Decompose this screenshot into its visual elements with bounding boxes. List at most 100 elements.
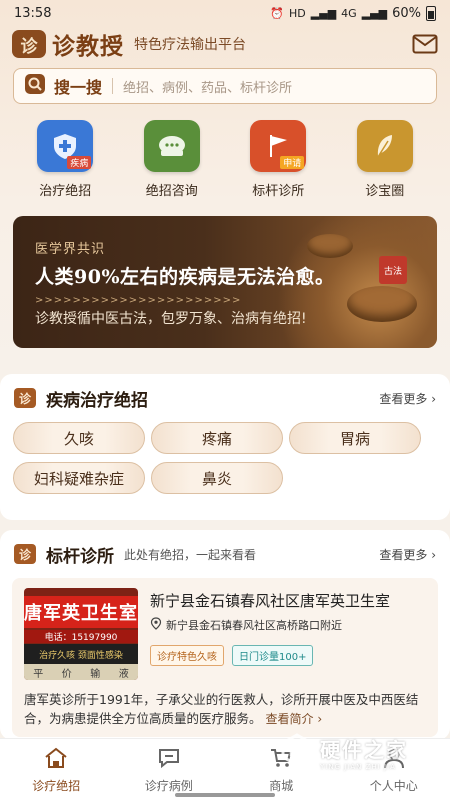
disease-chip[interactable]: 久咳 bbox=[13, 422, 145, 454]
alarm-icon: ⏰ bbox=[270, 6, 285, 20]
mail-icon[interactable] bbox=[412, 34, 438, 54]
clinic-name: 新宁县金石镇春风社区唐军英卫生室 bbox=[150, 592, 391, 610]
tab-label: 个人中心 bbox=[369, 779, 418, 793]
app-slogan: 特色疗法输出平台 bbox=[134, 37, 246, 53]
flag-icon: 申请 bbox=[250, 120, 307, 172]
watermark-text-block: 硬件之家 YING JIAN ZHI JIA bbox=[320, 734, 408, 771]
banner-subtitle: 诊教授循中医古法，包罗万象、治病有绝招! bbox=[35, 311, 307, 327]
clinic-photo: 唐军英卫生室 电话：15197990 治疗久咳 颈面性感染 平 价 输 液 bbox=[24, 588, 138, 680]
disease-chips: 久咳 疼痛 胃病 妇科疑难杂症 鼻炎 bbox=[0, 422, 450, 494]
quick-link-circle[interactable]: 诊宝圈 bbox=[340, 120, 430, 200]
disease-chip[interactable]: 胃病 bbox=[289, 422, 421, 454]
clinic-section: 诊 标杆诊所 此处有绝招，一起来看看 查看更多 › 唐军英卫生室 电话：1519… bbox=[0, 530, 450, 740]
clinic-photo-char: 液 bbox=[118, 668, 129, 680]
clinic-photo-phone: 电话：15197990 bbox=[24, 630, 138, 643]
more-label: 查看更多 bbox=[379, 391, 428, 406]
home-pavilion-icon bbox=[44, 747, 68, 773]
quick-link-tag: 申请 bbox=[280, 156, 305, 169]
quick-link-treatment[interactable]: 疾病 治疗绝招 bbox=[20, 120, 110, 200]
clinic-section-title: 标杆诊所 bbox=[46, 546, 114, 567]
herb-bowl-image bbox=[347, 286, 417, 322]
clinic-photo-text: 治疗久咳 颈面性感染 bbox=[24, 644, 138, 664]
banner-title: 人类90%左右的疾病是无法治愈。 bbox=[35, 266, 335, 288]
clinic-info: 新宁县金石镇春风社区唐军英卫生室 新宁县金石镇春风社区高桥路口附近 诊疗特色久咳… bbox=[150, 588, 426, 680]
chat-cloud-icon bbox=[143, 120, 200, 172]
clinic-photo-char: 输 bbox=[90, 668, 101, 680]
clinic-visits-badge: 日门诊量100+ bbox=[232, 645, 314, 666]
clinic-photo-row: 平 价 输 液 bbox=[24, 664, 138, 680]
battery-level: 60% bbox=[392, 5, 421, 21]
network-hd-label: HD bbox=[289, 6, 306, 20]
disease-chip[interactable]: 鼻炎 bbox=[151, 462, 283, 494]
watermark-text: 硬件之家 bbox=[320, 737, 408, 762]
status-bar: 13:58 ⏰ HD ▂▄▆ 4G ▂▄▆ 60% bbox=[0, 0, 450, 26]
promo-banner[interactable]: 古法 医学界共识 人类90%左右的疾病是无法治愈。 >>>>>>>>>>>>>>… bbox=[13, 216, 437, 348]
banner-seal: 古法 bbox=[379, 256, 407, 284]
disease-chip[interactable]: 疼痛 bbox=[151, 422, 283, 454]
clinic-specialty-badge: 诊疗特色久咳 bbox=[150, 645, 224, 666]
quick-link-label: 绝招咨询 bbox=[145, 184, 198, 199]
banner-arrows: >>>>>>>>>>>>>>>>>>>>>> bbox=[35, 295, 242, 306]
shield-cross-icon: 疾病 bbox=[37, 120, 94, 172]
disease-section: 诊 疾病治疗绝招 查看更多 › 久咳 疼痛 胃病 妇科疑难杂症 鼻炎 bbox=[0, 374, 450, 520]
watermark-logo-icon bbox=[280, 733, 314, 771]
quick-link-consult[interactable]: 绝招咨询 bbox=[127, 120, 217, 200]
disease-section-title: 疾病治疗绝招 bbox=[46, 390, 148, 411]
tab-cases[interactable]: 诊疗病例 bbox=[113, 739, 226, 800]
more-label: 查看更多 bbox=[379, 547, 428, 562]
chevron-right-icon: › bbox=[431, 547, 436, 562]
quick-links: 疾病 治疗绝招 绝招咨询 申请 标杆诊所 诊宝圈 bbox=[0, 120, 450, 200]
quick-link-label: 治疗绝招 bbox=[39, 184, 92, 199]
clinic-card[interactable]: 唐军英卫生室 电话：15197990 治疗久咳 颈面性感染 平 价 输 液 新宁… bbox=[12, 578, 438, 737]
clinic-photo-char: 价 bbox=[61, 668, 72, 680]
clinic-badges: 诊疗特色久咳 日门诊量100+ bbox=[150, 645, 426, 666]
signal-icon-2: ▂▄▆ bbox=[361, 6, 388, 20]
search-bar[interactable]: 搜一搜 绝招、病例、药品、标杆诊所 bbox=[13, 68, 437, 104]
clinic-card-top: 唐军英卫生室 电话：15197990 治疗久咳 颈面性感染 平 价 输 液 新宁… bbox=[24, 588, 426, 680]
clinic-address-row: 新宁县金石镇春风社区高桥路口附近 bbox=[150, 617, 426, 633]
search-label: 搜一搜 bbox=[54, 78, 103, 97]
clinic-description-block: 唐军英诊所于1991年，子承父业的行医救人，诊所开展中医及中西医结合，为病患提供… bbox=[24, 690, 426, 729]
disease-section-header: 诊 疾病治疗绝招 查看更多 › bbox=[0, 374, 450, 422]
herb-bowl-image bbox=[307, 234, 353, 258]
banner-tag: 医学界共识 bbox=[35, 242, 106, 257]
quick-link-clinic[interactable]: 申请 标杆诊所 bbox=[233, 120, 323, 200]
home-indicator bbox=[175, 793, 275, 797]
tab-label: 诊疗绝招 bbox=[32, 779, 81, 793]
feather-icon bbox=[356, 120, 413, 172]
clinic-address: 新宁县金石镇春风社区高桥路口附近 bbox=[166, 619, 342, 632]
quick-link-tag: 疾病 bbox=[67, 156, 92, 169]
tab-treatment[interactable]: 诊疗绝招 bbox=[0, 739, 113, 800]
search-icon bbox=[24, 73, 46, 99]
clinic-photo-sign: 唐军英卫生室 bbox=[24, 596, 138, 628]
disease-chip[interactable]: 妇科疑难杂症 bbox=[13, 462, 145, 494]
clinic-photo-char: 平 bbox=[33, 668, 44, 680]
clinic-section-subtitle: 此处有绝招，一起来看看 bbox=[124, 547, 257, 562]
location-pin-icon bbox=[150, 617, 166, 633]
section-logo-icon: 诊 bbox=[14, 388, 36, 408]
watermark-subtext: YING JIAN ZHI JIA bbox=[320, 762, 396, 771]
app-name: 诊教授 bbox=[52, 33, 124, 60]
app-header: 诊 诊教授 特色疗法输出平台 bbox=[12, 28, 438, 60]
watermark: 硬件之家 YING JIAN ZHI JIA bbox=[280, 730, 450, 774]
clinic-description: 唐军英诊所于1991年，子承父业的行医救人，诊所开展中医及中西医结合，为病患提供… bbox=[24, 692, 419, 726]
search-placeholder: 绝招、病例、药品、标杆诊所 bbox=[123, 80, 293, 96]
tab-label: 诊疗病例 bbox=[144, 779, 193, 793]
clinic-more-link[interactable]: 查看更多 › bbox=[379, 546, 436, 563]
clinic-section-header: 诊 标杆诊所 此处有绝招，一起来看看 查看更多 › bbox=[0, 530, 450, 578]
disease-more-link[interactable]: 查看更多 › bbox=[379, 390, 436, 407]
network-4g-label: 4G bbox=[341, 6, 357, 20]
status-time: 13:58 bbox=[14, 5, 52, 21]
clinic-intro-link[interactable]: 查看简介 › bbox=[266, 712, 323, 726]
quick-link-label: 诊宝圈 bbox=[365, 184, 405, 199]
status-icons: ⏰ HD ▂▄▆ 4G ▂▄▆ 60% bbox=[270, 5, 436, 21]
battery-icon bbox=[426, 5, 436, 21]
intro-label: 查看简介 bbox=[265, 712, 314, 726]
search-divider bbox=[112, 78, 114, 94]
chevron-right-icon: › bbox=[317, 712, 323, 726]
signal-icon: ▂▄▆ bbox=[310, 6, 337, 20]
app-logo: 诊 bbox=[12, 30, 46, 58]
chat-icon bbox=[157, 747, 181, 773]
chevron-right-icon: › bbox=[431, 391, 436, 406]
quick-link-label: 标杆诊所 bbox=[252, 184, 305, 199]
